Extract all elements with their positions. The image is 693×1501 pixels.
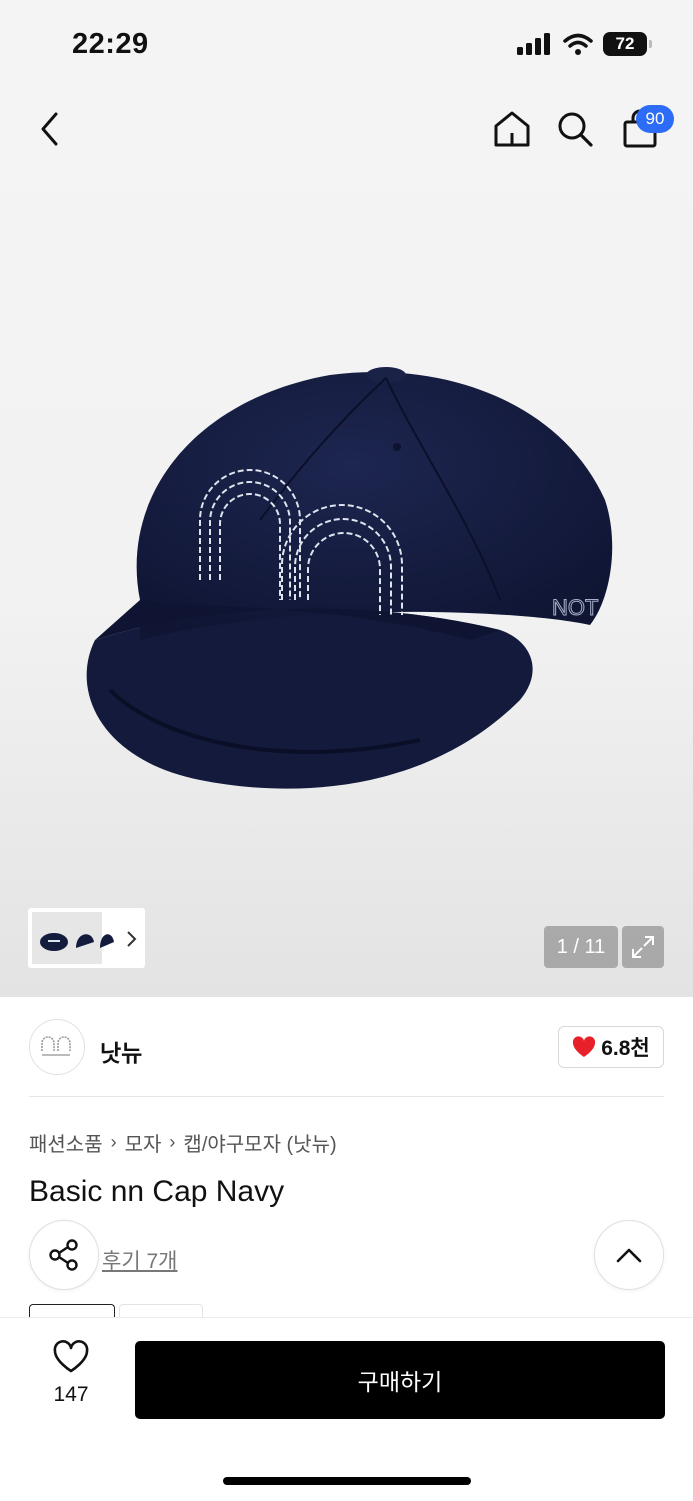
breadcrumb-item[interactable]: 모자 <box>125 1128 162 1157</box>
search-icon <box>558 112 593 147</box>
reviews-link[interactable]: 후기 7개 <box>102 1245 177 1275</box>
chevron-right-icon: › <box>110 1132 117 1152</box>
brand-like-count: 6.8천 <box>601 1037 650 1060</box>
brand-logo[interactable] <box>29 1019 85 1075</box>
svg-text:NOT: NOT <box>552 595 598 620</box>
heart-filled-icon <box>573 1036 596 1057</box>
status-icons: 72 <box>517 32 652 56</box>
brand-logo-mark <box>41 1036 71 1056</box>
breadcrumb-item[interactable]: 캡/야구모자 (낫뉴) <box>183 1128 336 1157</box>
home-indicator <box>223 1477 471 1485</box>
image-page-counter: 1 / 11 <box>544 926 618 968</box>
breadcrumb-item[interactable]: 패션소품 <box>29 1128 103 1157</box>
buy-button[interactable]: 구매하기 <box>135 1341 665 1419</box>
bottom-action-bar: 147 구매하기 <box>0 1317 693 1501</box>
back-button[interactable] <box>26 105 74 153</box>
thumbnail-caps-image <box>40 933 114 951</box>
chevron-right-icon[interactable] <box>125 930 139 948</box>
brand-row: 낫뉴 6.8천 <box>0 1000 693 1096</box>
scroll-to-top-button[interactable] <box>594 1220 664 1290</box>
thumbnail-strip[interactable] <box>28 908 145 968</box>
brand-like-button[interactable]: 6.8천 <box>558 1026 664 1068</box>
section-divider <box>29 1096 664 1097</box>
status-time: 22:29 <box>72 28 149 60</box>
wishlist-button[interactable]: 147 <box>40 1340 102 1407</box>
chevron-up-icon <box>616 1248 642 1263</box>
thumbnail-selected[interactable] <box>32 912 114 964</box>
share-icon <box>49 1239 78 1271</box>
expand-image-button[interactable] <box>622 926 664 968</box>
status-bar: 22:29 72 <box>0 0 693 90</box>
brand-name[interactable]: 낫뉴 <box>100 1034 142 1068</box>
top-navigation <box>0 95 693 165</box>
chevron-right-icon: › <box>169 1132 176 1152</box>
signal-icon <box>517 33 550 55</box>
home-icon <box>494 111 530 147</box>
battery-indicator: 72 <box>603 32 652 56</box>
search-button[interactable] <box>551 105 599 153</box>
home-button[interactable] <box>488 105 536 153</box>
cart-count-badge: 90 <box>636 105 674 133</box>
chevron-left-icon <box>41 112 58 146</box>
expand-icon <box>632 936 654 958</box>
product-title: Basic nn Cap Navy <box>29 1175 285 1208</box>
wifi-icon <box>563 33 593 55</box>
heart-outline-icon <box>53 1340 89 1373</box>
share-button[interactable] <box>29 1220 99 1290</box>
breadcrumb: 패션소품 › 모자 › 캡/야구모자 (낫뉴) <box>29 1128 337 1157</box>
wishlist-count: 147 <box>53 1383 89 1406</box>
